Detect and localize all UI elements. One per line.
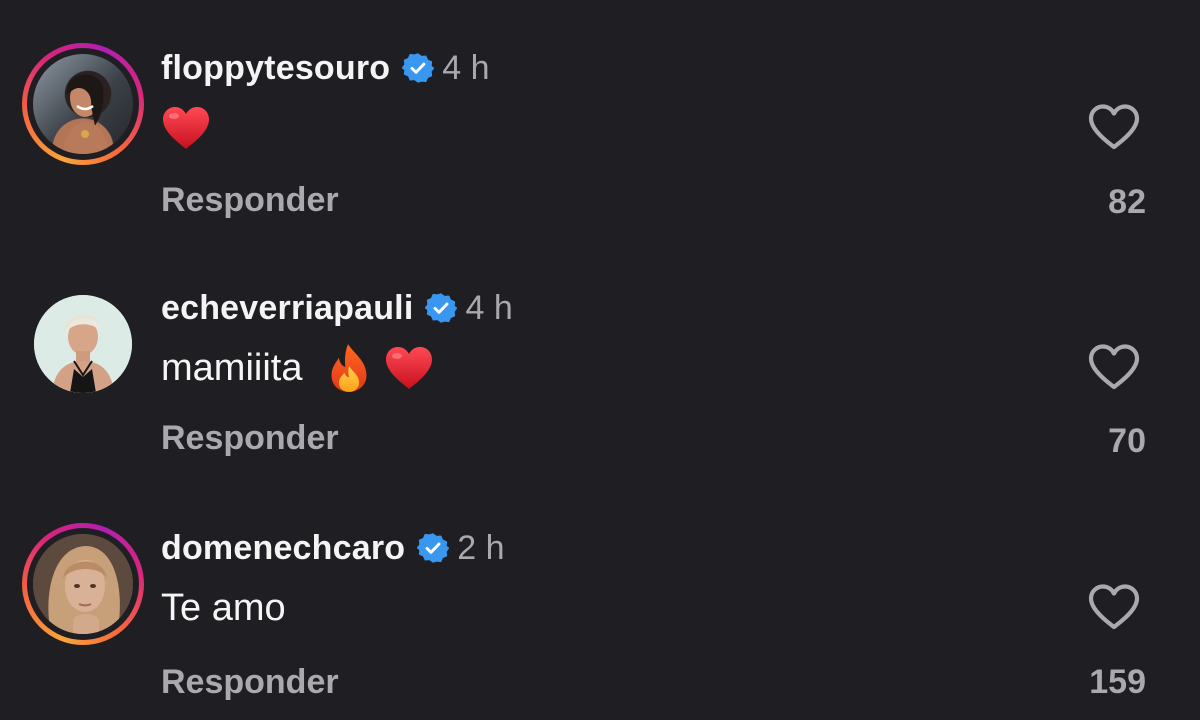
- comment-text-content: Te amo: [161, 586, 286, 629]
- red-heart-emoji: [384, 343, 434, 393]
- comment-item: echeverriapauli 4 h mamiiita Responder 7…: [0, 240, 1200, 480]
- comment-text: mamiiita: [161, 340, 444, 396]
- story-ring[interactable]: [22, 523, 144, 645]
- comment-text: Te amo: [161, 580, 286, 636]
- like-count[interactable]: 82: [1026, 182, 1146, 222]
- reply-button[interactable]: Responder: [161, 180, 339, 220]
- verified-badge-icon: [417, 532, 449, 564]
- avatar: [34, 295, 132, 393]
- comment-item: floppytesouro 4 h Responder 82: [0, 0, 1200, 240]
- comment-item: domenechcaro 2 h Te amo Responder 159: [0, 480, 1200, 720]
- red-heart-emoji: [161, 103, 211, 153]
- comment-text: [161, 100, 221, 156]
- like-count[interactable]: 70: [1026, 421, 1146, 461]
- verified-badge-icon: [402, 52, 434, 84]
- timestamp: 4 h: [465, 288, 513, 327]
- avatar: [33, 534, 133, 634]
- fire-emoji: [326, 342, 372, 394]
- username[interactable]: floppytesouro: [161, 49, 390, 88]
- comment-text-content: mamiiita: [161, 346, 303, 389]
- avatar: [33, 54, 133, 154]
- username[interactable]: domenechcaro: [161, 529, 405, 568]
- timestamp: 4 h: [442, 48, 490, 87]
- username[interactable]: echeverriapauli: [161, 289, 413, 328]
- reply-button[interactable]: Responder: [161, 662, 339, 702]
- reply-button[interactable]: Responder: [161, 418, 339, 458]
- timestamp: 2 h: [457, 528, 505, 567]
- like-heart-icon[interactable]: [1087, 103, 1141, 151]
- story-ring[interactable]: [22, 43, 144, 165]
- like-heart-icon[interactable]: [1087, 583, 1141, 631]
- like-heart-icon[interactable]: [1087, 343, 1141, 391]
- verified-badge-icon: [425, 292, 457, 324]
- avatar-wrapper[interactable]: [22, 283, 144, 405]
- like-count[interactable]: 159: [1026, 662, 1146, 702]
